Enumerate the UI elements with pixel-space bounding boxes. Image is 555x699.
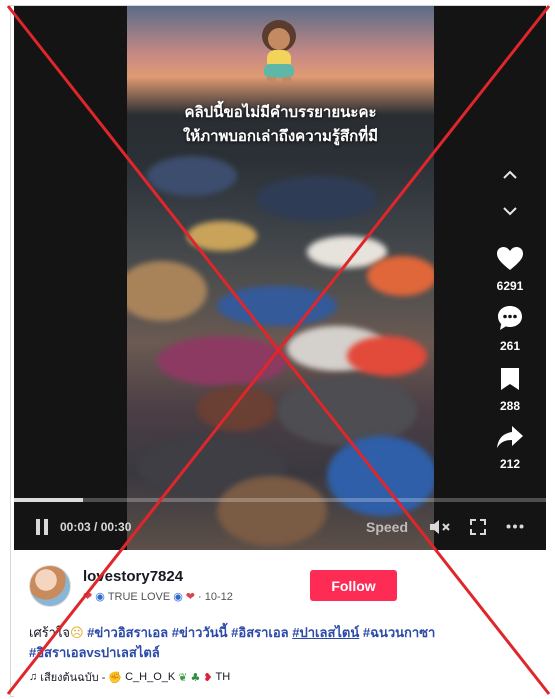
hashtag-link[interactable]: #อิสราเอลvsปาเลสไตล์ (29, 645, 160, 660)
comment-icon (498, 306, 522, 330)
fullscreen-icon[interactable] (470, 519, 486, 535)
heart-sticker-icon: ❤ (185, 590, 196, 603)
hashtag-link[interactable]: #ปาเลสไตน์ (292, 625, 359, 640)
post-date: · 10-12 (198, 590, 233, 603)
more-icon[interactable] (506, 524, 524, 529)
comment-action[interactable]: 261 (484, 304, 536, 353)
comment-count: 261 (499, 339, 521, 353)
save-action[interactable]: 288 (484, 366, 536, 413)
save-count: 288 (499, 399, 521, 413)
chevron-up-icon (503, 170, 517, 179)
evil-eye-icon: ◉ (95, 590, 105, 603)
progress-bar[interactable] (14, 498, 546, 502)
music-title: เสียงต้นฉบับ - (40, 672, 106, 684)
caption-text: เศร้าใจ (29, 625, 70, 640)
progress-fill (14, 498, 84, 502)
crying-face-icon: ☹ (69, 626, 84, 641)
hashtag-link[interactable]: #ข่าวอิสราเอล (87, 625, 168, 640)
post-caption: เศร้าใจ☹ #ข่าวอิสราเอล #ข่าววันนี้ #อิสร… (29, 623, 539, 662)
share-action[interactable]: 212 (484, 424, 536, 471)
hashtag-link[interactable]: #ข่าววันนี้ (172, 625, 228, 640)
evil-eye-icon: ◉ (173, 590, 183, 603)
next-video-button[interactable] (493, 194, 527, 228)
previous-video-button[interactable] (493, 158, 527, 192)
video-frame[interactable]: คลิปนี้ขอไม่มีคำบรรยายนะคะ ให้ภาพบอกเล่า… (127, 6, 434, 550)
flexed-arm-icon: ✊ (108, 670, 123, 684)
hashtag-link[interactable]: #อิสราเอล (231, 625, 288, 640)
follow-button[interactable]: Follow (310, 570, 397, 601)
like-count: 6291 (496, 279, 524, 293)
music-artist: C_H_O_K (125, 671, 176, 683)
video-caption-line-2: ให้ภาพบอกเล่าถึงความรู้สึกที่มี (182, 127, 378, 145)
music-info[interactable]: ♫ เสียงต้นฉบับ - ✊ C_H_O_K ❦ ♣ ❥ TH (29, 668, 230, 686)
broken-heart-icon: ❥ (203, 670, 213, 684)
bookmark-icon (501, 368, 519, 390)
video-caption-line-1: คลิปนี้ขอไม่มีคำบรรยายนะคะ (184, 103, 377, 121)
time-display: 00:03 / 00:30 (60, 520, 132, 534)
sticker-character (262, 20, 296, 83)
music-note-icon: ♫ (29, 671, 38, 683)
play-pause-icon[interactable] (34, 518, 50, 536)
share-count: 212 (499, 457, 521, 471)
music-suffix: TH (215, 671, 231, 683)
speed-button[interactable]: Speed (366, 519, 408, 535)
like-action[interactable]: 6291 (484, 246, 536, 293)
post-info: lovestory7824 ❤ ◉ TRUE LOVE ◉ ❤ · 10-12 … (14, 550, 546, 697)
display-name: TRUE LOVE (107, 590, 171, 603)
avatar[interactable] (29, 565, 71, 607)
volume-mute-icon[interactable] (429, 519, 451, 535)
heart-sticker-icon: ❤ (83, 590, 93, 603)
leaf-icon: ❦ (178, 670, 188, 684)
username[interactable]: lovestory7824 (83, 568, 183, 585)
heart-icon (497, 247, 523, 270)
video-player[interactable]: คลิปนี้ขอไม่มีคำบรรยายนะคะ ให้ภาพบอกเล่า… (14, 6, 546, 550)
clover-icon: ♣ (190, 670, 201, 684)
author-subline: ❤ ◉ TRUE LOVE ◉ ❤ · 10-12 (83, 590, 233, 603)
control-bar: 00:03 / 00:30 Speed (14, 510, 546, 544)
chevron-down-icon (503, 207, 517, 216)
share-icon (497, 426, 523, 448)
hashtag-link[interactable]: #ฉนวนกาซา (363, 625, 435, 640)
